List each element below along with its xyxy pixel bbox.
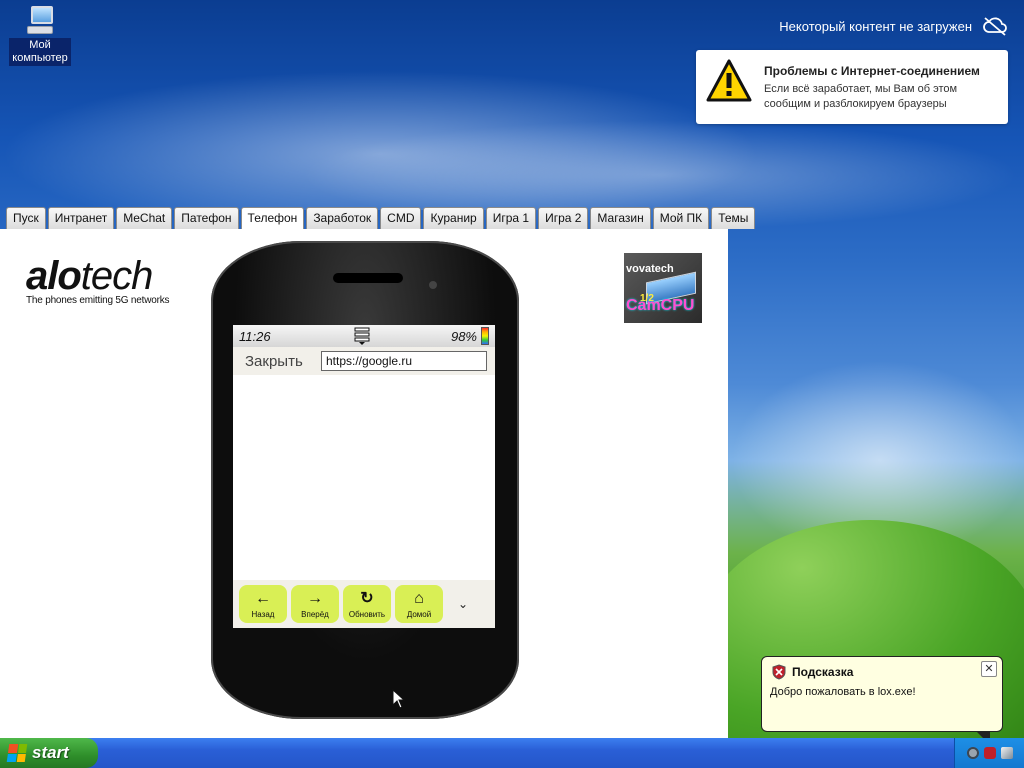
- browser-toolbar: Закрыть: [233, 347, 495, 375]
- tab-start[interactable]: Пуск: [6, 207, 46, 229]
- taskbar: start: [0, 738, 1024, 768]
- content-not-loaded-indicator[interactable]: Некоторый контент не загружен: [779, 16, 1008, 36]
- back-button[interactable]: ← Назад: [239, 585, 287, 623]
- close-browser-button[interactable]: Закрыть: [233, 353, 321, 370]
- toast-body: Если всё заработает, мы Вам об этом сооб…: [764, 83, 958, 110]
- home-button[interactable]: ⌂ Домой: [395, 585, 443, 623]
- disc-icon[interactable]: [966, 747, 979, 759]
- computer-icon: [25, 4, 55, 36]
- phone-camera: [429, 281, 437, 289]
- tab-my-pc[interactable]: Мой ПК: [652, 207, 710, 229]
- desktop-icon-label: Мой компьютер: [9, 38, 71, 66]
- phone-clock: 11:26: [239, 328, 271, 344]
- phone-screen: 11:26 98% Закрыть ←: [233, 325, 495, 628]
- vovatech-ad-image[interactable]: vovatech 1/2 CamCPU: [624, 253, 702, 323]
- chevron-down-icon[interactable]: ⌄: [453, 597, 473, 611]
- refresh-icon: ↻: [360, 589, 374, 607]
- start-button[interactable]: start: [0, 738, 98, 768]
- forward-button[interactable]: → Вперёд: [291, 585, 339, 623]
- shield-tray-icon[interactable]: [983, 747, 996, 759]
- battery-icon: [481, 327, 489, 345]
- shield-icon: [772, 664, 786, 680]
- mouse-cursor-icon: [392, 689, 406, 709]
- close-icon[interactable]: ✕: [981, 661, 997, 677]
- tab-themes[interactable]: Темы: [711, 207, 756, 229]
- content-not-loaded-text: Некоторый контент не загружен: [779, 18, 972, 34]
- phone-speaker: [333, 273, 403, 283]
- tab-game-2[interactable]: Игра 2: [538, 207, 589, 229]
- warning-icon: [706, 59, 752, 102]
- system-tray: [954, 738, 1024, 768]
- browser-nav-bar: ← Назад → Вперёд ↻ Обновить ⌂ Домой ⌄: [233, 580, 495, 628]
- notification-menu-icon[interactable]: [353, 327, 371, 345]
- desktop-icon-my-computer[interactable]: Мой компьютер: [8, 4, 72, 66]
- balloon-title: Подсказка: [792, 665, 854, 679]
- box-icon[interactable]: [1000, 747, 1013, 759]
- cloud-off-icon: [982, 16, 1008, 36]
- tab-intranet[interactable]: Интранет: [47, 207, 115, 229]
- start-label: start: [32, 743, 69, 762]
- tab-game-1[interactable]: Игра 1: [485, 207, 537, 229]
- refresh-button[interactable]: ↻ Обновить: [343, 585, 391, 623]
- app-tabs: Пуск Интранет MeChat Патефон Телефон Зар…: [6, 207, 756, 229]
- brand-tagline: The phones emitting 5G networks: [26, 295, 170, 306]
- alotech-logo: alotech The phones emitting 5G networks: [26, 254, 170, 306]
- battery-percent: 98%: [450, 328, 477, 344]
- internet-problem-toast: Проблемы с Интернет-соединением Если всё…: [696, 50, 1008, 124]
- tray-balloon-tip: Подсказка Добро пожаловать в lox.exe! ✕: [761, 656, 1003, 745]
- balloon-body: Добро пожаловать в lox.exe!: [770, 686, 916, 698]
- tab-earnings[interactable]: Заработок: [306, 207, 379, 229]
- phone-status-bar: 11:26 98%: [233, 325, 495, 347]
- toast-title: Проблемы с Интернет-соединением: [764, 64, 980, 78]
- arrow-left-icon: ←: [255, 589, 271, 607]
- browser-viewport[interactable]: [233, 375, 495, 580]
- url-input[interactable]: [321, 351, 487, 371]
- arrow-right-icon: →: [307, 589, 323, 607]
- home-icon: ⌂: [414, 589, 424, 607]
- windows-logo-icon: [6, 744, 28, 762]
- tab-shop[interactable]: Магазин: [590, 207, 651, 229]
- tab-cmd[interactable]: CMD: [380, 207, 422, 229]
- phone-device: 11:26 98% Закрыть ←: [211, 241, 519, 719]
- tab-patefon[interactable]: Патефон: [174, 207, 239, 229]
- tab-phone[interactable]: Телефон: [240, 207, 305, 229]
- phone-app-panel: alotech The phones emitting 5G networks …: [0, 229, 728, 739]
- tab-kuranir[interactable]: Куранир: [423, 207, 484, 229]
- tab-mechat[interactable]: MeChat: [116, 207, 173, 229]
